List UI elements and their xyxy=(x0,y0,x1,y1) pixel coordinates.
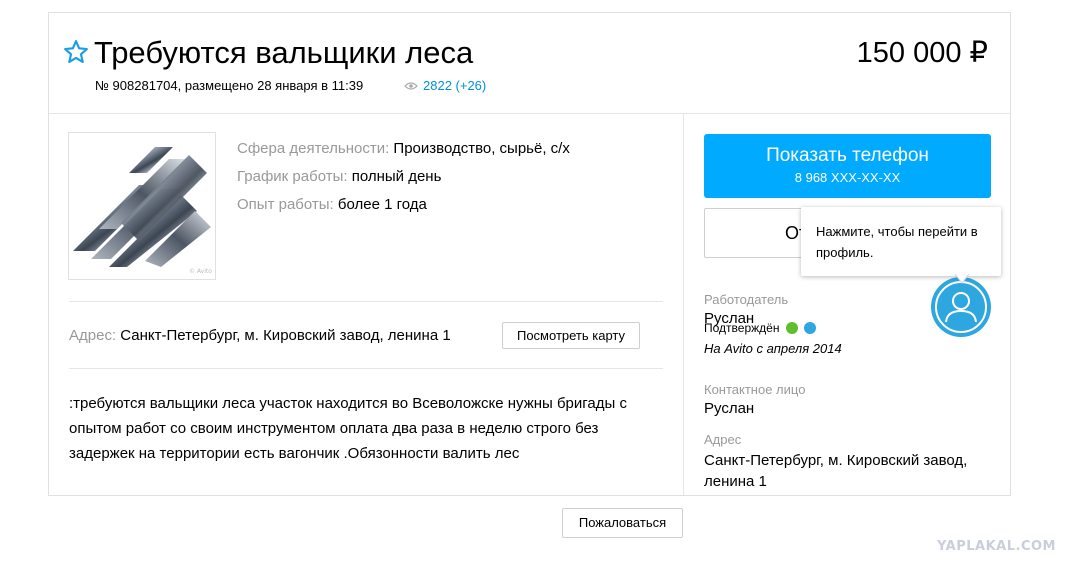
param-value: полный день xyxy=(351,168,442,185)
address-label: Адрес: xyxy=(69,327,117,344)
tooltip-arrow xyxy=(955,274,969,284)
listing-title: Требуются вальщики леса xyxy=(94,35,474,70)
param-row: График работы: полный день xyxy=(237,163,570,191)
show-map-button[interactable]: Посмотреть карту xyxy=(502,322,640,349)
verified-row: Подтверждён xyxy=(704,321,817,335)
divider xyxy=(69,301,663,302)
listing-price: 150 000 ₽ xyxy=(856,37,988,69)
listing-meta: № 908281704, размещено 28 января в 11:39 xyxy=(95,78,364,93)
listing-main: © Avito Сфера деятельности: Производство… xyxy=(49,114,683,495)
svg-text:© Avito: © Avito xyxy=(189,268,212,275)
param-row: Опыт работы: более 1 года xyxy=(237,191,570,219)
verified-label: Подтверждён xyxy=(704,321,780,335)
logo-image: © Avito xyxy=(73,147,212,275)
phone-verified-icon xyxy=(785,322,798,334)
listing-description: :требуются вальщики леса участок находит… xyxy=(69,395,627,462)
address-row: Адрес: Санкт-Петербург, м. Кировский зав… xyxy=(69,327,451,344)
sidebar-address-label: Адрес xyxy=(704,432,742,447)
phone-masked: 8 968 XXX-XX-XX xyxy=(794,170,901,185)
listing-photo[interactable]: © Avito xyxy=(68,132,216,280)
avatar-icon[interactable] xyxy=(931,277,991,337)
show-phone-label: Показать телефон xyxy=(766,145,929,166)
sidebar-address-value: Санкт-Петербург, м. Кировский завод, лен… xyxy=(704,452,968,490)
listing-header: Требуются вальщики леса № 908281704, раз… xyxy=(49,13,1010,114)
show-phone-button[interactable]: Показать телефон 8 968 XXX-XX-XX xyxy=(704,134,991,198)
mail-verified-icon xyxy=(804,322,817,334)
address-value: Санкт-Петербург, м. Кировский завод, лен… xyxy=(120,327,451,344)
profile-tooltip: Нажмите, чтобы перейти в профиль. xyxy=(801,207,1001,276)
views-count[interactable]: 2822 (+26) xyxy=(423,78,486,93)
seller-sidebar: Показать телефон 8 968 XXX-XX-XX От Рабо… xyxy=(684,114,1010,495)
param-value: более 1 года xyxy=(337,196,427,213)
listing-params: Сфера деятельности: Производство, сырьё,… xyxy=(237,135,570,219)
views-counter: 2822 (+26) xyxy=(404,78,486,93)
favorite-star-icon[interactable] xyxy=(63,39,89,65)
watermark: YAPLAKAL.COM xyxy=(937,539,1056,554)
param-value: Производство, сырьё, с/х xyxy=(393,140,570,157)
param-key: Опыт работы: xyxy=(237,196,334,213)
param-row: Сфера деятельности: Производство, сырьё,… xyxy=(237,135,570,163)
divider xyxy=(69,368,663,369)
eye-icon xyxy=(404,82,418,90)
complain-button[interactable]: Пожаловаться xyxy=(562,508,683,538)
employer-label: Работодатель xyxy=(704,292,789,307)
contact-label: Контактное лицо xyxy=(704,382,806,397)
member-since: На Avito с апреля 2014 xyxy=(704,341,842,356)
param-key: График работы: xyxy=(237,168,348,185)
contact-name: Руслан xyxy=(704,400,755,417)
param-key: Сфера деятельности: xyxy=(237,140,390,157)
